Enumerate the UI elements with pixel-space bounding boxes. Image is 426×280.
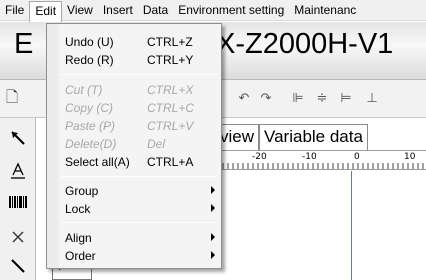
menu-item-label: Order [65, 249, 96, 263]
menu-item-select-all[interactable]: Select all(A) CTRL+A [47, 152, 221, 171]
title-model-text: X-Z2000H-V1 [216, 28, 394, 60]
menu-item-label: Cut (T) [65, 83, 103, 97]
menu-item-align[interactable]: Align [47, 228, 221, 247]
submenu-arrow-icon [211, 186, 215, 194]
submenu-arrow-icon [211, 233, 215, 241]
menu-maintenance[interactable]: Maintenanc [289, 1, 361, 20]
ruler-label: 10 [404, 152, 416, 162]
menu-item-label: Copy (C) [65, 101, 114, 115]
menu-item-label: Align [65, 231, 92, 245]
ruler-label: 0 [354, 152, 360, 162]
menu-bar: File Edit View Insert Data Environment s… [0, 0, 426, 22]
menu-item-copy: Copy (C) CTRL+C [47, 98, 221, 117]
menu-item-label: Group [65, 184, 99, 198]
menu-item-shortcut: CTRL+C [147, 101, 195, 115]
pointer-icon[interactable] [8, 130, 28, 150]
view-tabs: view Variable data [218, 124, 368, 150]
align-left-icon[interactable]: ⊫ [290, 90, 306, 106]
menu-item-label: Select all(A) [65, 155, 130, 169]
undo-icon[interactable]: ↶ [236, 90, 252, 106]
ruler-label: -20 [252, 152, 267, 162]
menu-environment-setting[interactable]: Environment setting [173, 1, 289, 20]
menu-item-undo[interactable]: Undo (U) CTRL+Z [47, 32, 221, 51]
align-center-icon[interactable]: ≑ [314, 90, 330, 106]
tab-view[interactable]: view [218, 124, 260, 150]
ruler-label: -10 [302, 152, 317, 162]
barcode-icon[interactable] [8, 194, 28, 214]
menu-item-delete: Delete(D) Del [47, 134, 221, 153]
submenu-arrow-icon [211, 204, 215, 212]
menu-item-label: Redo (R) [65, 53, 114, 67]
ruler: -20 -10 0 10 [218, 150, 426, 170]
guide-line [351, 171, 352, 280]
tab-variable-data[interactable]: Variable data [259, 124, 368, 150]
title-left-text: E [14, 28, 34, 60]
ruler-ticks [218, 163, 424, 169]
align-right-icon[interactable]: ⊨ [338, 90, 354, 106]
menu-item-label: Undo (U) [65, 35, 114, 49]
text-icon[interactable] [8, 162, 28, 182]
menu-insert[interactable]: Insert [98, 1, 138, 20]
edit-menu: Undo (U) CTRL+Z Redo (R) CTRL+Y Cut (T) … [46, 23, 222, 269]
menu-item-shortcut: CTRL+Y [147, 53, 194, 67]
menu-item-lock[interactable]: Lock [47, 199, 221, 218]
submenu-arrow-icon [211, 251, 215, 259]
menu-item-group[interactable]: Group [47, 181, 221, 200]
line-icon[interactable] [8, 258, 28, 278]
menu-separator [61, 222, 217, 223]
menu-item-cut: Cut (T) CTRL+X [47, 80, 221, 99]
menu-item-shortcut: Del [147, 137, 166, 151]
menu-item-label: Paste (P) [65, 119, 116, 133]
tool-palette [0, 118, 36, 280]
align-bottom-icon[interactable]: ⊥ [364, 90, 380, 106]
menu-data[interactable]: Data [138, 1, 173, 20]
menu-item-shortcut: CTRL+X [147, 83, 194, 97]
cross-icon[interactable] [8, 230, 28, 250]
menu-item-shortcut: CTRL+V [147, 119, 194, 133]
menu-separator [61, 176, 217, 177]
redo-icon[interactable]: ↷ [258, 90, 274, 106]
menu-item-shortcut: CTRL+A [147, 155, 194, 169]
new-document-icon[interactable]: 🗋 [4, 90, 20, 106]
menu-separator [61, 74, 217, 75]
menu-item-redo[interactable]: Redo (R) CTRL+Y [47, 50, 221, 69]
menu-item-paste: Paste (P) CTRL+V [47, 116, 221, 135]
menu-file[interactable]: File [0, 1, 29, 20]
menu-item-label: Delete(D) [65, 137, 117, 151]
menu-item-shortcut: CTRL+Z [147, 35, 193, 49]
menu-item-label: Lock [65, 202, 91, 216]
menu-item-order[interactable]: Order [47, 246, 221, 265]
menu-view[interactable]: View [62, 1, 98, 20]
menu-edit[interactable]: Edit [29, 0, 63, 22]
